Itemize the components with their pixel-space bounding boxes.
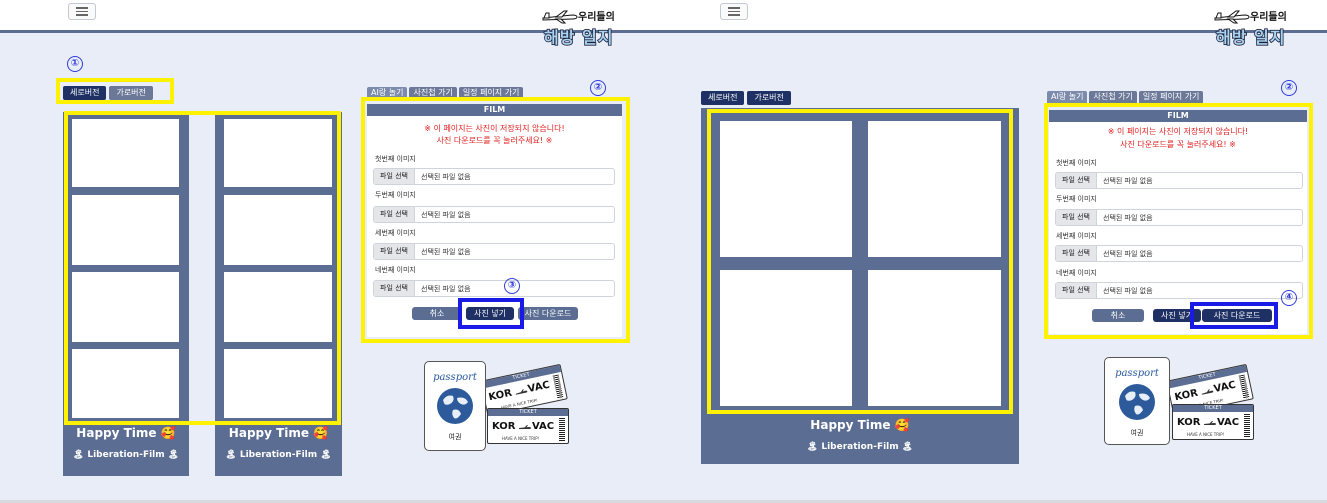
ticket-to: VAC xyxy=(526,379,551,396)
logo-big-text: 해방 일지 xyxy=(543,27,614,48)
ticket-from: KOR xyxy=(1173,387,1200,404)
ticket-header: TICKET xyxy=(488,409,568,416)
liberation-film-brand: 🏝 Liberation-Film 🏝 xyxy=(225,450,332,460)
flight-ticket: TICKET KOR VAC HAVE A NICE TRIP! xyxy=(1172,404,1254,440)
ticket-to: VAC xyxy=(1217,417,1240,428)
barcode-icon xyxy=(1244,414,1250,438)
airplane-icon xyxy=(542,10,578,24)
ticket-note: HAVE A NICE TRIP! xyxy=(1187,432,1225,437)
right-pane-horizontal-version: 우리들의 해방 일지 세로버전 가로버전 Happy Time 🥰 🏝 Libe… xyxy=(664,0,1327,503)
highlight-insert-button xyxy=(458,298,524,329)
logo-small-text: 우리들의 xyxy=(578,12,615,23)
nav-tabs: AI랑 놀기 사진첩 가기 일정 페이지 가기 xyxy=(1047,91,1204,103)
annotation-number-1: ① xyxy=(67,56,83,72)
annotation-number-2: ② xyxy=(1281,80,1297,96)
top-navbar: 우리들의 해방 일지 xyxy=(664,0,1327,48)
tab-ai[interactable]: AI랑 놀기 xyxy=(1047,91,1088,103)
ticket-to: VAC xyxy=(1212,379,1237,396)
logo-small-text: 우리들의 xyxy=(1250,12,1287,23)
airplane-icon xyxy=(1201,389,1214,395)
highlight-photo-grid xyxy=(707,109,1013,414)
airplane-icon xyxy=(1204,421,1216,425)
passport-illustration: passport 여권 xyxy=(1104,357,1170,445)
version-toggle: 세로버전 가로버전 xyxy=(701,91,791,105)
site-logo[interactable]: 우리들의 해방 일지 xyxy=(1214,6,1304,48)
ticket-from: KOR xyxy=(492,421,516,432)
globe-icon xyxy=(437,388,473,424)
highlight-version-buttons xyxy=(56,78,174,104)
annotation-number-2: ② xyxy=(590,80,606,96)
top-navbar: 우리들의 해방 일지 xyxy=(0,0,664,48)
highlight-photo-slots xyxy=(64,111,341,425)
passport-illustration: passport 여권 xyxy=(424,361,486,451)
ticket-note: HAVE A NICE TRIP! xyxy=(502,436,540,441)
flight-ticket: TICKET KOR VAC HAVE A NICE TRIP! xyxy=(487,408,569,444)
hamburger-menu-button[interactable] xyxy=(68,3,96,20)
left-pane-vertical-version: 우리들의 해방 일지 세로버전 가로버전 ① Happy Time 🥰 🏝 Li… xyxy=(0,0,664,503)
happy-time-caption: Happy Time 🥰 xyxy=(228,426,329,440)
annotation-number-4: ④ xyxy=(1281,290,1297,306)
highlight-download-button xyxy=(1190,302,1278,329)
horizontal-version-button[interactable]: 가로버전 xyxy=(747,91,791,105)
passport-title: passport xyxy=(433,372,477,383)
barcode-icon xyxy=(559,418,565,442)
ticket-from: KOR xyxy=(487,387,514,404)
happy-time-caption: Happy Time 🥰 xyxy=(810,418,910,432)
passport-title: passport xyxy=(1115,368,1159,379)
happy-time-caption: Happy Time 🥰 xyxy=(76,426,176,440)
liberation-film-brand: 🏝 Liberation-Film 🏝 xyxy=(806,442,914,452)
airplane-icon xyxy=(519,425,531,429)
tab-album[interactable]: 사진첩 가기 xyxy=(1089,91,1137,103)
ticket-from: KOR xyxy=(1177,417,1201,428)
hamburger-menu-button[interactable] xyxy=(720,3,748,20)
airplane-icon xyxy=(1214,10,1250,24)
tab-schedule[interactable]: 일정 페이지 가기 xyxy=(1138,91,1204,103)
liberation-film-brand: 🏝 Liberation-Film 🏝 xyxy=(72,450,180,460)
site-logo[interactable]: 우리들의 해방 일지 xyxy=(542,6,632,48)
airplane-icon xyxy=(515,389,528,395)
logo-big-text: 해방 일지 xyxy=(1215,27,1286,48)
passport-label: 여권 xyxy=(1130,429,1144,437)
barcode-icon xyxy=(552,374,564,400)
globe-icon xyxy=(1119,384,1155,420)
vertical-version-button[interactable]: 세로버전 xyxy=(701,91,745,105)
barcode-icon xyxy=(1238,374,1250,400)
annotation-number-3: ③ xyxy=(504,278,520,294)
ticket-header: TICKET xyxy=(1173,405,1253,412)
passport-label: 여권 xyxy=(448,433,462,441)
ticket-to: VAC xyxy=(532,421,555,432)
